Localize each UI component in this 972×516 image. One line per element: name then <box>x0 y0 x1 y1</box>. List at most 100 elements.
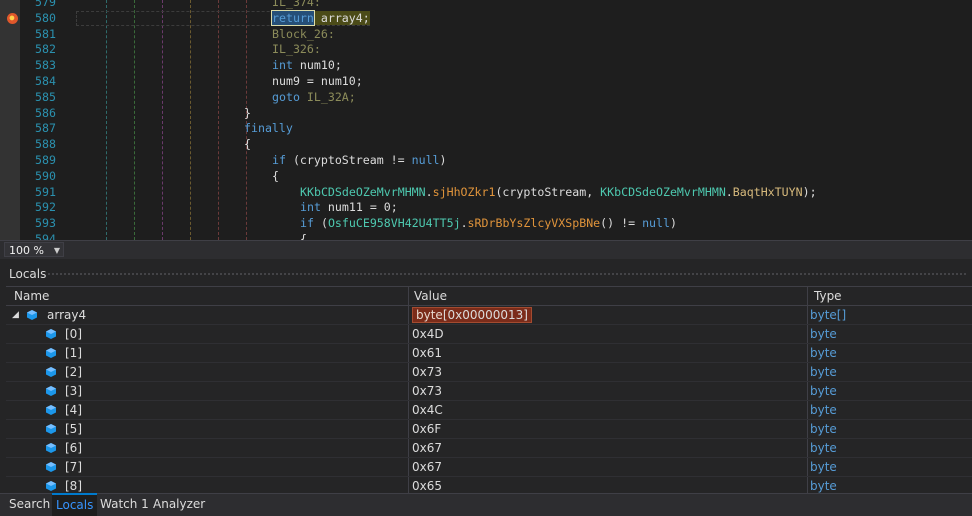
zoom-dropdown[interactable]: 100 % ▼ <box>4 242 64 257</box>
code-text: IL_326: <box>272 42 321 58</box>
code-token: null <box>411 152 440 167</box>
code-token: null <box>642 216 670 231</box>
column-separator <box>408 382 409 400</box>
tab-watch-1[interactable]: Watch 1 <box>96 494 153 515</box>
table-row-array4[interactable]: ◢ array4 byte[0x00000013] byte[] <box>6 306 972 325</box>
code-line[interactable]: 593 if (OsfuCE958VH42U4TT5j.sRDrBbYsZlcyV… <box>0 216 972 232</box>
editor-status-bar: 100 % ▼ <box>0 240 972 259</box>
table-row[interactable]: [0] 0x4D byte <box>6 325 972 344</box>
column-header-type[interactable]: Type <box>814 287 842 305</box>
code-text: } <box>244 106 251 122</box>
code-token: finally <box>244 121 293 136</box>
line-number: 588 <box>35 137 56 152</box>
element-type: byte <box>810 346 837 360</box>
element-type: byte <box>810 441 837 455</box>
code-line[interactable]: 586} <box>0 106 972 122</box>
code-text: num9 = num10; <box>272 74 363 90</box>
column-separator <box>807 325 808 343</box>
column-resizer[interactable] <box>807 287 808 305</box>
column-header-value[interactable]: Value <box>414 287 447 305</box>
code-line[interactable]: 592 int num11 = 0; <box>0 200 972 216</box>
variable-name: array4 <box>47 308 87 322</box>
table-row[interactable]: [8] 0x65 byte <box>6 477 972 493</box>
line-number: 592 <box>35 200 56 215</box>
element-value[interactable]: 0x61 <box>412 344 442 362</box>
element-value[interactable]: 0x6F <box>412 420 441 438</box>
horizontal-scrollbar[interactable] <box>68 241 972 257</box>
element-value[interactable]: 0x4D <box>412 325 444 343</box>
code-text: finally <box>244 121 293 137</box>
locals-title-bar[interactable]: Locals <box>0 259 972 285</box>
code-line[interactable]: 579 IL_374: <box>0 0 972 11</box>
column-separator <box>408 401 409 419</box>
local-variable-icon <box>46 367 56 377</box>
table-row[interactable]: [6] 0x67 byte <box>6 439 972 458</box>
line-number: 580 <box>35 10 56 25</box>
line-number: 583 <box>35 58 56 73</box>
code-token: BaqtHxTUYN <box>732 184 803 199</box>
code-line[interactable]: 583 int num10; <box>0 58 972 74</box>
code-token: IL_32A; <box>299 89 356 104</box>
code-editor[interactable]: 579 IL_374: 580 return array4; 581 Block_26: 5… <box>0 0 972 240</box>
tab-search[interactable]: Search <box>5 494 54 515</box>
code-token: num10; <box>292 58 342 73</box>
column-separator <box>807 439 808 457</box>
locals-grid: Name Value Type ◢ array4 byte[0x00000013… <box>6 286 972 493</box>
code-line[interactable]: 580 return array4; <box>0 9 972 27</box>
code-text: if (cryptoStream != null) <box>272 153 447 169</box>
column-header-name[interactable]: Name <box>14 287 49 305</box>
tab-locals[interactable]: Locals <box>52 493 98 516</box>
tool-window-tabs: Search Locals Watch 1 Analyzer <box>0 493 972 516</box>
line-number: 585 <box>35 89 56 104</box>
column-resizer[interactable] <box>408 287 409 305</box>
line-number: 581 <box>35 26 56 41</box>
value-count-text: [0x00000013] <box>442 308 528 322</box>
code-line[interactable]: 582 IL_326: <box>0 42 972 58</box>
element-value[interactable]: 0x4C <box>412 401 443 419</box>
code-line[interactable]: 594 { <box>0 232 972 240</box>
element-value[interactable]: 0x73 <box>412 382 442 400</box>
column-separator <box>408 420 409 438</box>
code-text: goto IL_32A; <box>272 90 356 106</box>
line-number: 586 <box>35 105 56 120</box>
tab-analyzer[interactable]: Analyzer <box>149 494 209 515</box>
line-number: 579 <box>35 0 56 9</box>
column-separator <box>408 458 409 476</box>
element-value[interactable]: 0x67 <box>412 439 442 457</box>
code-line[interactable]: 588 { <box>0 137 972 153</box>
element-value[interactable]: 0x67 <box>412 458 442 476</box>
variable-value[interactable]: byte[0x00000013] <box>412 306 532 324</box>
column-separator <box>807 401 808 419</box>
element-value[interactable]: 0x65 <box>412 477 442 493</box>
table-row[interactable]: [5] 0x6F byte <box>6 420 972 439</box>
code-line[interactable]: 591 KKbCDSdeOZeMvrMHMN.sjHhOZkr1(cryptoSt… <box>0 185 972 201</box>
chevron-down-icon[interactable]: ▼ <box>54 243 60 258</box>
code-text: { <box>300 232 307 240</box>
code-line[interactable]: 587 finally <box>0 121 972 137</box>
line-number: 593 <box>35 216 56 231</box>
grip-handle[interactable] <box>47 272 966 277</box>
code-token: () != <box>600 216 643 231</box>
local-variable-icon <box>46 481 56 491</box>
table-row[interactable]: [3] 0x73 byte <box>6 382 972 401</box>
table-row[interactable]: [4] 0x4C byte <box>6 401 972 420</box>
table-row[interactable]: [2] 0x73 byte <box>6 363 972 382</box>
code-line[interactable]: 590 { <box>0 169 972 185</box>
code-line[interactable]: 581 Block_26: <box>0 27 972 43</box>
table-row[interactable]: [1] 0x61 byte <box>6 344 972 363</box>
code-token: int <box>272 58 293 73</box>
code-token: (cryptoStream, <box>495 184 601 199</box>
code-line[interactable]: 589 if (cryptoStream != null) <box>0 153 972 169</box>
zoom-level: 100 % <box>9 244 44 257</box>
expand-arrow-icon[interactable]: ◢ <box>12 306 19 324</box>
column-separator <box>807 363 808 381</box>
code-token: OsfuCE958VH42U4TT5j <box>327 216 461 231</box>
code-line[interactable]: 584 num9 = num10; <box>0 74 972 90</box>
element-type: byte <box>810 403 837 417</box>
element-value[interactable]: 0x73 <box>412 363 442 381</box>
table-row[interactable]: [7] 0x67 byte <box>6 458 972 477</box>
code-lines: 579 IL_374: 580 return array4; 581 Block_26: 5… <box>0 0 972 240</box>
element-index: [6] <box>65 441 82 455</box>
code-line[interactable]: 585 goto IL_32A; <box>0 90 972 106</box>
line-number: 589 <box>35 152 56 167</box>
